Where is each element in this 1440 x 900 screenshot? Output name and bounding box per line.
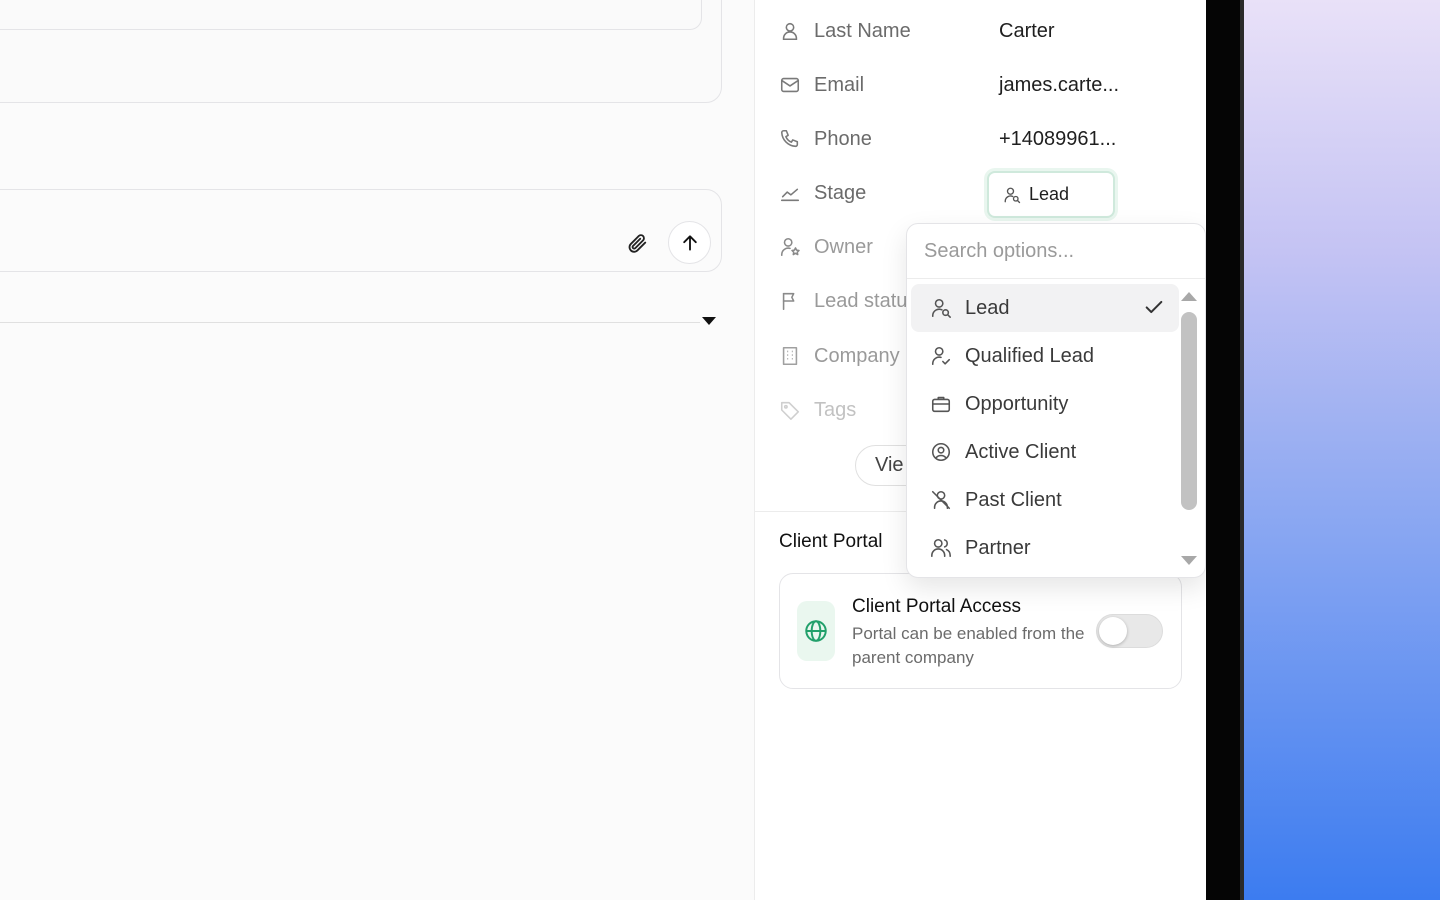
scrollbar-thumb[interactable]: [1181, 312, 1197, 510]
chart-line-icon: [778, 181, 802, 205]
scroll-down-arrow-icon[interactable]: [1181, 556, 1197, 565]
dropdown-search: [907, 224, 1205, 279]
window-edge: [1206, 0, 1244, 900]
expand-caret-icon[interactable]: [702, 317, 716, 325]
message-composer[interactable]: [0, 189, 722, 272]
person-star-icon: [778, 235, 802, 259]
search-options-input[interactable]: [907, 224, 1205, 278]
stage-select-value: Lead: [1029, 184, 1070, 204]
person-search-icon: [929, 296, 953, 320]
globe-icon: [805, 620, 827, 642]
option-label: Active Client: [965, 440, 1077, 463]
option-partner[interactable]: Partner: [911, 524, 1179, 572]
stage-dropdown: Lead Qualified Lead Opportunity Active C…: [906, 223, 1206, 578]
option-label: Opportunity: [965, 392, 1069, 415]
users-icon: [929, 536, 953, 560]
divider: [0, 322, 700, 323]
client-portal-title: Client Portal Access: [852, 596, 1021, 617]
option-past-client[interactable]: Past Client: [911, 476, 1179, 524]
field-value[interactable]: +14089961...: [999, 128, 1116, 151]
option-label: Qualified Lead: [965, 344, 1094, 367]
option-qualified-lead[interactable]: Qualified Lead: [911, 332, 1179, 380]
option-label: Partner: [965, 536, 1031, 559]
person-search-icon: [1004, 187, 1021, 203]
attach-button[interactable]: [622, 228, 652, 258]
tag-icon: [778, 398, 802, 422]
stage-select[interactable]: Lead: [987, 171, 1115, 218]
option-label: Past Client: [965, 488, 1062, 511]
client-portal-toggle[interactable]: [1096, 614, 1163, 648]
field-value[interactable]: Carter: [999, 20, 1055, 43]
mail-icon: [778, 73, 802, 97]
arrow-up-icon: [682, 234, 697, 251]
field-email: Email james.carte...: [778, 67, 1198, 103]
main-pane: [0, 0, 754, 900]
building-icon: [778, 344, 802, 368]
option-opportunity[interactable]: Opportunity: [911, 380, 1179, 428]
user-circle-icon: [929, 440, 953, 464]
send-button[interactable]: [668, 221, 711, 264]
field-label: Phone: [814, 127, 872, 150]
scroll-up-arrow-icon[interactable]: [1181, 292, 1197, 301]
flag-icon: [778, 289, 802, 313]
option-lead[interactable]: Lead: [911, 284, 1179, 332]
message-card-inner: [0, 0, 702, 30]
client-portal-heading: Client Portal: [779, 531, 883, 552]
desktop-wallpaper: [1244, 0, 1440, 900]
check-icon: [1145, 300, 1163, 314]
field-last-name: Last Name Carter: [778, 13, 1198, 49]
option-active-client[interactable]: Active Client: [911, 428, 1179, 476]
person-icon: [778, 19, 802, 43]
dropdown-options-list: Lead Qualified Lead Opportunity Active C…: [907, 284, 1183, 572]
person-off-icon: [929, 488, 953, 512]
field-label: Stage: [814, 181, 867, 204]
field-value[interactable]: james.carte...: [999, 74, 1119, 97]
field-label: Last Name: [814, 19, 911, 42]
field-label: Email: [814, 73, 865, 96]
toggle-knob: [1099, 617, 1127, 645]
person-check-icon: [929, 344, 953, 368]
paperclip-icon: [628, 234, 647, 253]
option-label: Lead: [965, 296, 1010, 319]
client-portal-description: Portal can be enabled from the parent co…: [852, 624, 1085, 667]
field-phone: Phone +14089961...: [778, 121, 1198, 157]
portal-icon-badge: [797, 601, 835, 661]
briefcase-icon: [929, 392, 953, 416]
phone-icon: [778, 127, 802, 151]
